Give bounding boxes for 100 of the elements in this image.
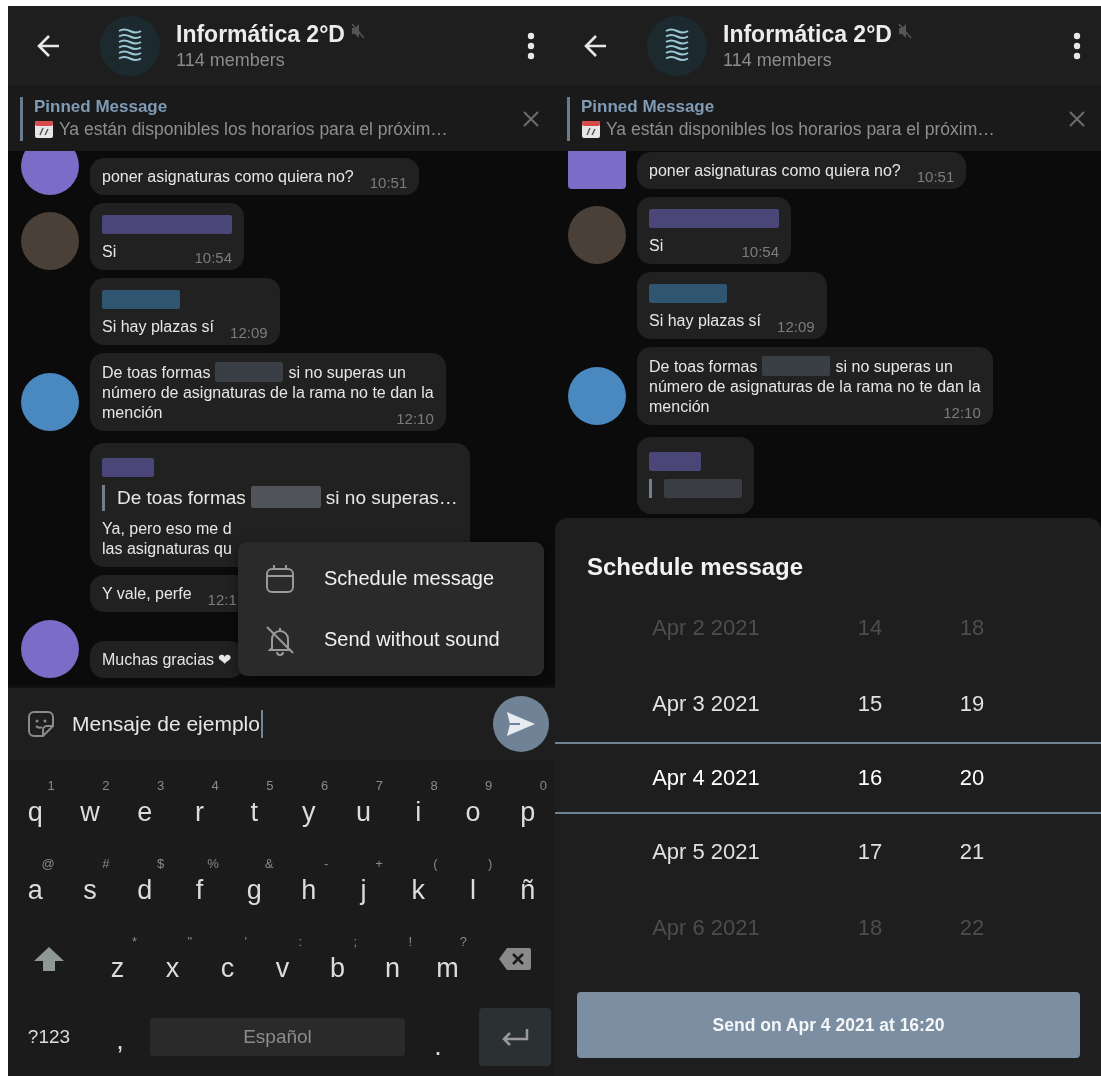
key-hint: ; <box>353 934 357 949</box>
send-icon <box>506 711 536 737</box>
message-time: 12:1 <box>206 592 237 608</box>
picker-minute: 19 <box>958 691 986 717</box>
key-hint: : <box>298 934 302 949</box>
menu-item[interactable]: Send without sound <box>238 609 544 670</box>
key[interactable]: ñ <box>500 846 555 916</box>
key-hint: + <box>375 856 383 871</box>
key[interactable]: r 4 <box>172 768 227 838</box>
message-text: De toas formas <box>117 487 246 508</box>
message-time: 12:09 <box>229 325 268 341</box>
key-hint: ' <box>244 934 247 949</box>
message-text: poner asignaturas como quiera no? <box>102 167 354 187</box>
key[interactable]: j + <box>336 846 391 916</box>
key[interactable]: u 7 <box>336 768 391 838</box>
more-menu-icon[interactable] <box>1073 32 1081 60</box>
picker-hour: 15 <box>856 691 884 717</box>
key-hint: & <box>264 856 274 871</box>
menu-item[interactable]: Schedule message <box>238 548 544 609</box>
sticker-icon[interactable] <box>26 709 56 739</box>
redacted-text <box>215 362 284 382</box>
key[interactable]: y 6 <box>281 768 337 838</box>
picker-row[interactable]: Apr 4 2021 16 20 <box>555 742 1101 814</box>
enter-arrow-icon <box>500 1027 530 1047</box>
close-icon[interactable] <box>521 109 541 129</box>
key[interactable]: p 0 <box>500 768 555 838</box>
space-key[interactable]: Español <box>150 1018 405 1056</box>
key[interactable]: t 5 <box>226 768 282 838</box>
key[interactable]: w 2 <box>62 768 118 838</box>
key-hint: 9 <box>485 778 493 793</box>
message-time: 10:51 <box>368 175 408 191</box>
avatar[interactable] <box>21 373 79 431</box>
key[interactable]: m ? <box>420 924 475 994</box>
key[interactable]: k ( <box>390 846 446 916</box>
key[interactable]: c ' <box>200 924 255 994</box>
picker-row[interactable]: Apr 5 2021 17 21 <box>555 814 1101 890</box>
key[interactable]: n ! <box>365 924 420 994</box>
key[interactable]: f % <box>172 846 227 916</box>
key-hint: 8 <box>430 778 438 793</box>
key[interactable]: a @ <box>8 846 63 916</box>
key[interactable]: z * <box>90 924 145 994</box>
message-text: Si <box>649 236 664 256</box>
key-hint: ! <box>408 934 412 949</box>
key[interactable]: , <box>90 1002 150 1072</box>
message-time: 10:54 <box>740 244 779 260</box>
message-text: si no superas… <box>325 487 458 508</box>
message-text: número de asignaturas de la rama no te dan la <box>102 384 434 401</box>
backspace-key-icon[interactable] <box>498 947 532 971</box>
key-hint: % <box>207 856 219 871</box>
send-button[interactable] <box>493 696 549 752</box>
quoted-message[interactable] <box>649 479 742 498</box>
avatar[interactable] <box>21 620 79 678</box>
pinned-message-bar[interactable]: Pinned Message Ya están disponibles los horarios para el próxim… <box>8 86 555 151</box>
key-hint: ( <box>433 856 438 871</box>
message-text: las asignaturas qu <box>102 540 232 557</box>
quoted-message[interactable]: De toas formas si no superas… <box>102 485 458 511</box>
key[interactable]: v : <box>255 924 310 994</box>
redacted-text <box>250 486 321 508</box>
close-icon[interactable] <box>1067 109 1087 129</box>
key[interactable]: l ) <box>445 846 501 916</box>
key-hint: * <box>131 934 137 949</box>
key[interactable]: q 1 <box>8 768 63 838</box>
picker-date: Apr 4 2021 <box>651 765 761 791</box>
key[interactable]: s # <box>62 846 118 916</box>
key-hint: 7 <box>375 778 383 793</box>
shift-key-icon[interactable] <box>33 946 65 972</box>
calendar-emoji-icon <box>581 119 601 139</box>
avatar[interactable] <box>21 151 79 195</box>
key[interactable]: b ; <box>310 924 365 994</box>
enter-key[interactable] <box>479 1008 551 1066</box>
key[interactable]: h - <box>281 846 337 916</box>
key[interactable]: g & <box>226 846 282 916</box>
key[interactable]: i 8 <box>390 768 446 838</box>
picker-date: Apr 5 2021 <box>651 839 761 865</box>
avatar[interactable] <box>568 367 626 425</box>
message-time: 12:10 <box>395 411 434 427</box>
chat-title: Informática 2°D <box>176 20 345 48</box>
group-avatar-icon[interactable] <box>100 16 160 76</box>
more-menu-icon[interactable] <box>527 32 535 60</box>
message-text: poner asignaturas como quiera no? <box>649 161 901 181</box>
pinned-text: Ya están disponibles los horarios para el próxim… <box>59 118 448 141</box>
key[interactable]: . <box>405 1002 471 1072</box>
key-hint: @ <box>41 856 55 871</box>
picker-row[interactable]: Apr 3 2021 15 19 <box>555 666 1101 742</box>
redacted-text <box>762 356 831 376</box>
pinned-message-bar[interactable]: Pinned Message Ya están disponibles los horarios para el próxim… <box>555 86 1101 151</box>
key[interactable]: e 3 <box>117 768 173 838</box>
key-hint: 0 <box>539 778 548 793</box>
message-text: Muchas gracias ❤ <box>102 651 232 668</box>
pinned-title: Pinned Message <box>34 97 169 117</box>
key[interactable]: d $ <box>117 846 173 916</box>
key[interactable]: x " <box>145 924 200 994</box>
group-avatar-icon[interactable] <box>647 16 707 76</box>
key[interactable]: o 9 <box>445 768 501 838</box>
message-text: De toas formas <box>649 358 758 375</box>
key-hint: 1 <box>47 778 55 793</box>
key-hint: $ <box>156 856 165 871</box>
key-hint: 6 <box>321 778 329 793</box>
member-count: 114 members <box>176 49 286 72</box>
key[interactable]: ?123 <box>8 1002 90 1072</box>
